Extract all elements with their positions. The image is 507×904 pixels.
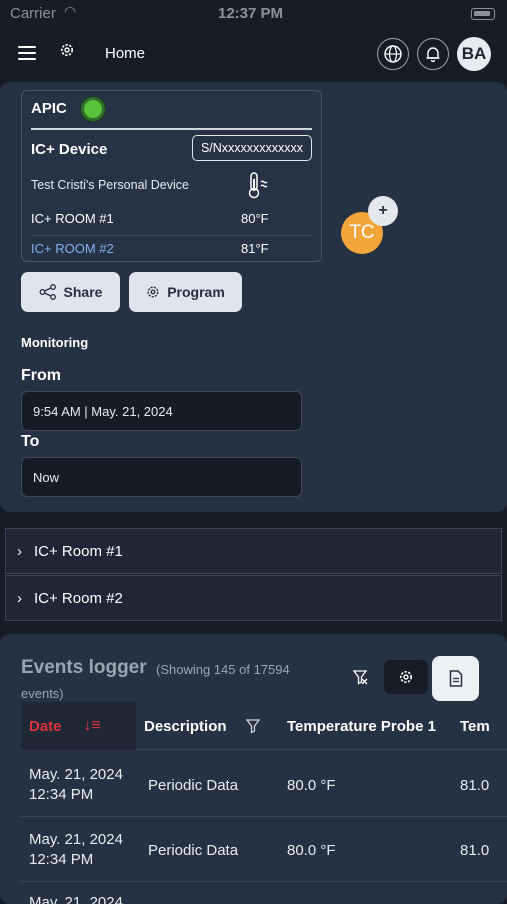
hamburger-menu-icon[interactable] — [18, 46, 36, 60]
row-date: May. 21, 2024 — [29, 831, 123, 848]
events-count-suffix: events) — [21, 686, 64, 701]
table-row[interactable]: May. 21, 2024 12:34 PM Periodic Data 80.… — [21, 752, 507, 817]
row-time: 12:34 PM — [29, 851, 94, 868]
room-section-1[interactable]: › IC+ Room #1 — [5, 528, 502, 574]
language-globe-button[interactable] — [377, 38, 409, 70]
program-button[interactable]: Program — [129, 272, 242, 312]
device-card[interactable]: APIC IC+ Device S/Nxxxxxxxxxxxxx Test Cr… — [21, 90, 322, 262]
description-header-label: Description — [144, 717, 227, 735]
room-temperature: 81°F — [241, 241, 269, 256]
chevron-right-icon: › — [17, 589, 22, 607]
gear-icon — [400, 671, 412, 683]
room-section-2[interactable]: › IC+ Room #2 — [5, 575, 502, 621]
program-label: Program — [167, 284, 225, 300]
events-logger-title: Events logger — [21, 657, 147, 678]
divider — [31, 128, 312, 130]
gear-icon — [147, 286, 159, 298]
device-title: IC+ Device — [31, 141, 108, 158]
table-row[interactable]: May. 21, 2024 — [21, 882, 507, 904]
room-name: IC+ ROOM #1 — [31, 211, 114, 226]
battery-icon — [471, 8, 495, 20]
device-name: Test Cristi's Personal Device — [31, 178, 189, 192]
events-count: (Showing 145 of 17594 — [156, 662, 290, 677]
row-probe1: 80.0 °F — [287, 777, 336, 794]
to-date-field[interactable]: Now — [21, 457, 302, 497]
bell-icon — [426, 47, 440, 63]
events-table-header: Date ↓≡ Description Temperature Probe 1 … — [21, 702, 507, 750]
top-bar: Home BA — [0, 28, 507, 80]
chevron-right-icon: › — [17, 542, 22, 560]
to-label: To — [21, 433, 40, 450]
device-room-row[interactable]: IC+ ROOM #2 81°F — [31, 235, 312, 261]
room-section-label: IC+ Room #1 — [34, 542, 123, 560]
row-description: Periodic Data — [148, 777, 239, 794]
room-name: IC+ ROOM #2 — [31, 241, 114, 256]
status-bar: Carrier ◠ 12:37 PM — [0, 0, 507, 28]
row-probe1: 80.0 °F — [287, 842, 336, 859]
wifi-icon: ◠ — [64, 3, 77, 19]
serial-number-badge: S/Nxxxxxxxxxxxxx — [192, 135, 312, 161]
row-date: May. 21, 2024 — [29, 894, 123, 904]
share-button[interactable]: Share — [21, 272, 120, 312]
thermometer-icon — [246, 171, 272, 205]
row-probe2: 81.0 — [460, 777, 490, 794]
filter-off-icon — [352, 670, 368, 685]
probe2-column-header[interactable]: Tem — [460, 702, 490, 750]
document-icon — [449, 670, 462, 687]
home-link[interactable]: Home — [105, 45, 145, 62]
user-avatar[interactable]: BA — [457, 37, 491, 71]
carrier-label: Carrier — [10, 5, 56, 22]
room-temperature: 80°F — [241, 211, 269, 226]
from-date-field[interactable]: 9:54 AM | May. 21, 2024 — [21, 391, 302, 431]
table-row[interactable]: May. 21, 2024 12:34 PM Periodic Data 80.… — [21, 817, 507, 882]
date-header-label: Date — [29, 717, 62, 735]
add-user-button[interactable]: + — [368, 196, 398, 226]
row-probe2: 81.0 — [460, 842, 490, 859]
row-date: May. 21, 2024 — [29, 766, 123, 783]
clock: 12:37 PM — [218, 5, 284, 22]
date-column-header[interactable]: Date ↓≡ — [21, 702, 136, 750]
share-label: Share — [63, 284, 103, 300]
room-section-label: IC+ Room #2 — [34, 589, 123, 607]
online-status-indicator — [81, 97, 105, 121]
from-label: From — [21, 367, 61, 384]
export-document-button[interactable] — [432, 656, 479, 701]
table-settings-button[interactable] — [384, 660, 428, 694]
events-logger-panel: Events logger (Showing 145 of 17594 even… — [0, 634, 507, 904]
share-icon — [39, 284, 56, 300]
monitoring-section-label: Monitoring — [21, 335, 89, 350]
globe-icon — [384, 45, 402, 63]
device-room-row[interactable]: IC+ ROOM #1 80°F — [31, 205, 312, 231]
notifications-button[interactable] — [417, 38, 449, 70]
sort-descending-icon[interactable]: ↓≡ — [84, 717, 101, 735]
clear-filter-button[interactable] — [338, 660, 382, 694]
system-label: APIC — [31, 100, 67, 117]
row-time: 12:34 PM — [29, 786, 94, 803]
filter-icon[interactable] — [245, 718, 261, 734]
description-column-header[interactable]: Description — [144, 702, 261, 750]
row-description: Periodic Data — [148, 842, 239, 859]
probe1-column-header[interactable]: Temperature Probe 1 — [287, 702, 436, 750]
settings-gear-icon[interactable] — [59, 42, 75, 63]
